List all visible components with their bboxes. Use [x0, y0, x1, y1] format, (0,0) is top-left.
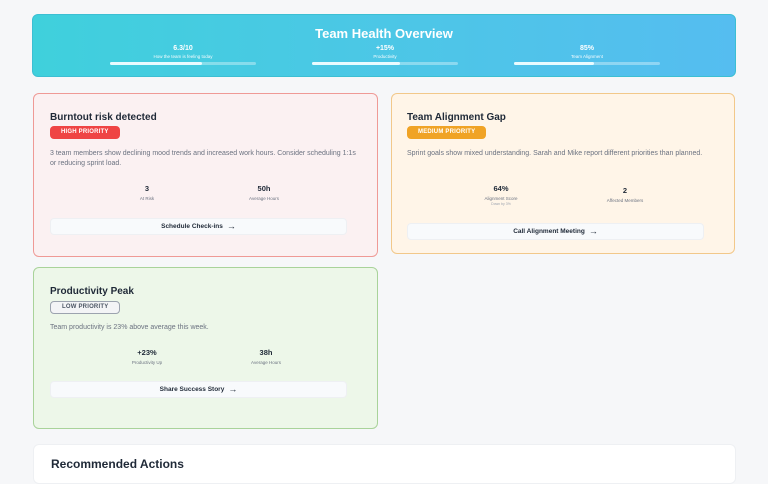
stat-average-hours: 50h Average Hours	[229, 184, 299, 201]
metric-label: Productivity	[373, 54, 397, 59]
stat-value: +23%	[137, 348, 157, 357]
stat-label: Average Hours	[249, 196, 279, 201]
metric-label: Team Alignment	[570, 54, 604, 59]
call-alignment-meeting-button[interactable]: Call Alignment Meeting →	[407, 223, 704, 240]
metric-progress-bar	[312, 62, 458, 65]
hero-title: Team Health Overview	[315, 26, 453, 41]
stat-label: Alignment Score	[484, 196, 518, 201]
button-label: Schedule Check-ins	[161, 223, 223, 230]
metric-progress-bar	[514, 62, 660, 65]
card-title: Productivity Peak	[50, 286, 134, 297]
share-success-story-button[interactable]: Share Success Story →	[50, 381, 347, 398]
card-description: Sprint goals show mixed understanding. S…	[407, 150, 703, 157]
stat-value: 38h	[259, 348, 273, 357]
priority-badge: MEDIUM PRIORITY	[407, 126, 487, 139]
card-description: Team productivity is 23% above average t…	[50, 324, 209, 331]
arrow-right-icon: →	[228, 384, 238, 394]
metric-progress-bar	[110, 62, 256, 65]
stat-label: At Risk	[139, 196, 155, 201]
metric-progress-fill	[514, 62, 595, 65]
stat-note: Down by 3%	[491, 202, 511, 206]
burnout-risk-card: Burntout risk detected HIGH PRIORITY 3 t…	[33, 93, 378, 257]
metric-progress-fill	[312, 62, 400, 65]
stat-affected-members: 2 Affected Members	[590, 186, 660, 203]
button-label: Call Alignment Meeting	[513, 228, 585, 235]
stat-average-hours: 38h Average Hours	[231, 348, 301, 365]
metric-value: 85%	[579, 45, 594, 52]
priority-badge: HIGH PRIORITY	[50, 126, 120, 139]
arrow-right-icon: →	[226, 221, 236, 231]
stat-value: 50h	[257, 184, 271, 193]
stat-label: Affected Members	[606, 198, 644, 203]
card-description: 3 team members show declining mood trend…	[50, 150, 356, 167]
button-label: Share Success Story	[159, 386, 225, 393]
metric-productivity: +15% Productivity	[312, 45, 458, 65]
productivity-peak-card: Productivity Peak LOW PRIORITY Team prod…	[33, 267, 378, 429]
card-title: Burntout risk detected	[50, 112, 157, 123]
metric-team-alignment: 85% Team Alignment	[514, 45, 660, 65]
card-title: Team Alignment Gap	[407, 112, 506, 123]
stat-value: 3	[144, 184, 150, 193]
team-health-overview-banner: Team Health Overview 6.3/10 How the team…	[32, 14, 736, 77]
stat-value: 2	[622, 186, 628, 195]
metric-value: 6.3/10	[173, 45, 193, 52]
schedule-check-ins-button[interactable]: Schedule Check-ins →	[50, 218, 347, 235]
stat-productivity-up: +23% Productivity Up	[112, 348, 182, 365]
metric-value: +15%	[375, 45, 395, 52]
arrow-right-icon: →	[588, 226, 598, 236]
team-alignment-gap-card: Team Alignment Gap MEDIUM PRIORITY Sprin…	[391, 93, 735, 254]
metric-progress-fill	[110, 62, 202, 65]
stat-alignment-score: 64% Alignment Score Down by 3%	[466, 184, 536, 206]
stat-value: 64%	[493, 184, 509, 193]
stat-label: Average Hours	[251, 360, 281, 365]
priority-badge: LOW PRIORITY	[50, 301, 121, 314]
metric-mood: 6.3/10 How the team is feeling today	[110, 45, 256, 65]
metric-label: How the team is feeling today	[153, 54, 213, 59]
recommended-actions-section: Recommended Actions	[33, 444, 736, 484]
stat-label: Productivity Up	[131, 360, 163, 365]
stat-at-risk: 3 At Risk	[112, 184, 182, 201]
